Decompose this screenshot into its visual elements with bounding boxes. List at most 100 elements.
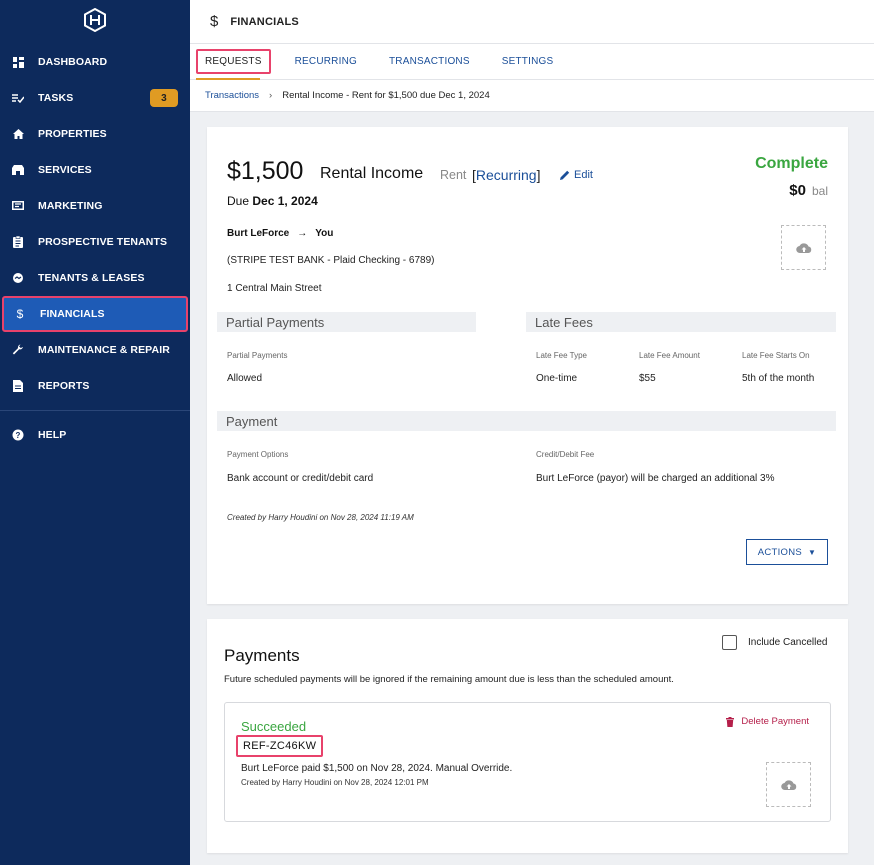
payer-payee: Burt LeForce → You (227, 228, 333, 239)
recurring-label: Recurring (475, 167, 537, 183)
tasks-count-badge: 3 (150, 89, 178, 107)
include-cancelled-toggle[interactable]: Include Cancelled (722, 635, 828, 650)
logo[interactable] (0, 0, 190, 40)
sidebar-item-maintenance-repair[interactable]: MAINTENANCE & REPAIR (0, 332, 190, 368)
sidebar-item-tenants-leases[interactable]: TENANTS & LEASES (0, 260, 190, 296)
request-category: Rent (440, 168, 467, 182)
handshake-icon (10, 270, 26, 286)
dashboard-icon (10, 54, 26, 70)
cloud-upload-icon (795, 242, 811, 253)
pencil-icon (560, 170, 570, 180)
sidebar-item-prospective-tenants[interactable]: PROSPECTIVE TENANTS (0, 224, 190, 260)
sidebar-nav: DASHBOARD TASKS 3 PROPERTIES SERVICES MA… (0, 44, 190, 453)
page-title: FINANCIALS (230, 15, 299, 28)
breadcrumb-current: Rental Income - Rent for $1,500 due Dec … (282, 90, 490, 101)
delete-payment-button[interactable]: Delete Payment (726, 716, 809, 727)
created-info: Created by Harry Houdini on Nov 28, 2024… (227, 513, 414, 522)
payment-item: Succeeded REF-ZC46KW Burt LeForce paid $… (224, 702, 831, 822)
help-icon: ? (10, 427, 26, 443)
tab-bar: REQUESTS RECURRING TRANSACTIONS SETTINGS (190, 44, 874, 80)
partial-payments-heading: Partial Payments (217, 312, 476, 332)
sidebar-item-tasks[interactable]: TASKS 3 (0, 80, 190, 116)
sidebar-item-label: MARKETING (38, 200, 103, 212)
property-address: 1 Central Main Street (227, 283, 322, 294)
sidebar-item-label: SERVICES (38, 164, 92, 176)
sidebar-item-dashboard[interactable]: DASHBOARD (0, 44, 190, 80)
edit-button[interactable]: Edit (560, 169, 593, 181)
card-fee-value: Burt LeForce (payor) will be charged an … (536, 473, 775, 484)
sidebar-item-help[interactable]: ? HELP (0, 417, 190, 453)
tab-requests[interactable]: REQUESTS (196, 49, 271, 74)
payment-options-value: Bank account or credit/debit card (227, 473, 374, 484)
partial-payments-value: Allowed (227, 373, 263, 384)
sidebar-item-label: PROPERTIES (38, 128, 107, 140)
sidebar-item-financials[interactable]: $ FINANCIALS (2, 296, 188, 332)
sidebar-divider (0, 410, 190, 411)
recurring-link[interactable]: [Recurring] (472, 167, 540, 183)
home-icon (10, 126, 26, 142)
tab-transactions[interactable]: TRANSACTIONS (381, 50, 478, 73)
payment-options-label: Payment Options (227, 450, 289, 459)
balance-label: bal (811, 184, 828, 198)
late-fee-amount-label: Late Fee Amount (639, 351, 700, 360)
late-fee-starts-label: Late Fee Starts On (742, 351, 810, 360)
late-fee-amount-value: $55 (639, 373, 656, 384)
sidebar-item-label: TENANTS & LEASES (38, 272, 145, 284)
status-badge: Complete (755, 155, 828, 172)
partial-payments-label: Partial Payments (227, 351, 288, 360)
late-fees-heading: Late Fees (526, 312, 836, 332)
edit-label: Edit (574, 169, 593, 181)
due-prefix: Due (227, 194, 250, 208)
cloud-upload-icon (780, 779, 796, 790)
sidebar: DASHBOARD TASKS 3 PROPERTIES SERVICES MA… (0, 0, 190, 865)
svg-text:?: ? (16, 431, 21, 440)
late-fee-starts-value: 5th of the month (742, 373, 815, 384)
actions-label: ACTIONS (757, 546, 803, 558)
breadcrumb-chevron-icon: › (269, 90, 273, 101)
breadcrumb-transactions-link[interactable]: Transactions (205, 90, 259, 101)
due-date-value: Dec 1, 2024 (252, 194, 318, 208)
payment-description: Burt LeForce paid $1,500 on Nov 28, 2024… (241, 763, 513, 774)
balance-value: $0 (789, 182, 806, 199)
arrow-right-icon: → (297, 228, 308, 239)
report-icon (10, 378, 26, 394)
sidebar-item-label: PROSPECTIVE TENANTS (38, 236, 168, 248)
delete-payment-label: Delete Payment (741, 716, 809, 727)
request-type: Rental Income (320, 165, 424, 182)
logo-icon (84, 8, 106, 32)
wrench-icon (10, 342, 26, 358)
sidebar-item-label: MAINTENANCE & REPAIR (38, 344, 170, 356)
sidebar-item-properties[interactable]: PROPERTIES (0, 116, 190, 152)
include-cancelled-checkbox[interactable] (722, 635, 737, 650)
trash-icon (726, 716, 735, 727)
page-header: $ FINANCIALS (190, 0, 874, 44)
bracket-close: ] (536, 167, 541, 183)
sidebar-item-label: FINANCIALS (40, 308, 105, 320)
sidebar-item-label: REPORTS (38, 380, 90, 392)
sidebar-item-marketing[interactable]: MARKETING (0, 188, 190, 224)
payment-reference: REF-ZC46KW (236, 735, 324, 757)
payments-title: Payments (224, 646, 300, 665)
tasks-icon (10, 90, 26, 106)
tab-recurring[interactable]: RECURRING (287, 50, 365, 73)
caret-down-icon: ▼ (808, 547, 817, 557)
tab-settings[interactable]: SETTINGS (494, 50, 562, 73)
payments-card: Payments Include Cancelled Future schedu… (207, 619, 848, 853)
payee: You (315, 228, 334, 239)
late-fee-type-value: One-time (536, 373, 578, 384)
dollar-icon: $ (210, 13, 219, 30)
include-cancelled-label: Include Cancelled (748, 637, 828, 648)
dollar-icon: $ (16, 307, 24, 321)
upload-receipt-button[interactable] (766, 762, 811, 807)
request-amount: $1,500 (227, 157, 304, 185)
clipboard-icon (10, 234, 26, 250)
bank-account: (STRIPE TEST BANK - Plaid Checking - 678… (227, 255, 435, 266)
breadcrumb: Transactions › Rental Income - Rent for … (190, 80, 874, 112)
late-fee-type-label: Late Fee Type (536, 351, 587, 360)
upload-attachment-button[interactable] (781, 225, 826, 270)
store-icon (10, 162, 26, 178)
actions-dropdown-button[interactable]: ACTIONS ▼ (746, 539, 828, 565)
payer: Burt LeForce (227, 228, 290, 239)
sidebar-item-reports[interactable]: REPORTS (0, 368, 190, 404)
sidebar-item-services[interactable]: SERVICES (0, 152, 190, 188)
